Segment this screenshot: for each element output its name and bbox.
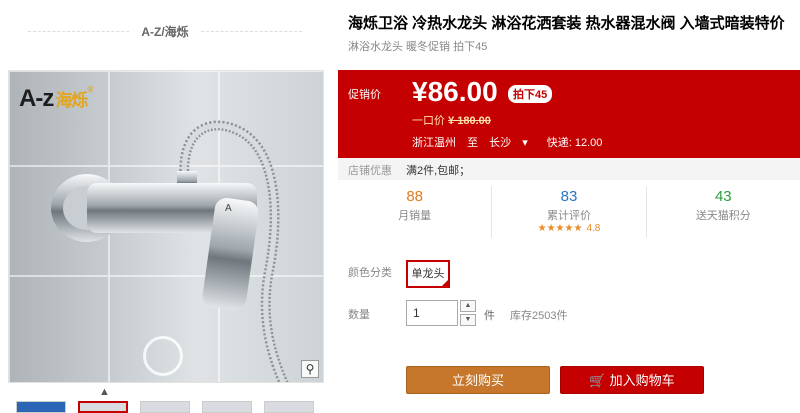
color-option-selected[interactable]: 单龙头 (406, 260, 450, 288)
quantity-decrease-button[interactable]: ▼ (460, 314, 476, 326)
chevron-down-icon: ▾ (522, 137, 528, 149)
brand-logo: A-z 海烁® (19, 85, 93, 113)
thumbnail-active[interactable] (78, 401, 128, 413)
selected-check-icon (440, 278, 450, 288)
thumbnail[interactable] (16, 401, 66, 413)
price-panel: 促销价 ¥86.00 拍下45 一口价 ¥ 180.00 浙江温州 至 长沙 ▾… (338, 70, 800, 158)
shop-promo-label: 店铺优惠 (348, 165, 392, 177)
quantity-unit: 件 (484, 310, 495, 322)
brand-header: A-Z/海烁 (28, 18, 303, 44)
divider (200, 30, 303, 32)
price-badge: 拍下45 (508, 85, 553, 103)
color-label: 颜色分类 (348, 267, 392, 279)
thumbnail[interactable] (140, 401, 190, 413)
thumbnail[interactable] (264, 401, 314, 413)
stat-number: 83 (560, 188, 578, 205)
ship-from: 浙江温州 (412, 137, 456, 149)
stat-monthly-sales: 88 月销量 (338, 186, 491, 238)
original-price: 一口价 ¥ 180.00 (412, 112, 491, 128)
quantity-input[interactable]: 1 (406, 300, 458, 326)
cart-icon: 🛒 (589, 373, 606, 388)
product-title: 海烁卫浴 冷热水龙头 淋浴花洒套装 热水器混水阀 入墙式暗装特价 (348, 15, 785, 32)
thumbnail[interactable] (202, 401, 252, 413)
watermark-ring (143, 336, 183, 376)
stat-caption: 月销量 (398, 210, 432, 222)
zoom-icon[interactable]: ⚲ (301, 360, 319, 378)
stats-bar: 88 月销量 83 累计评价 ★★★★★ 4.8 43 送天猫积分 (338, 186, 800, 238)
promo-price-label: 促销价 (348, 89, 381, 101)
svg-text:A: A (225, 203, 232, 214)
gallery-column: A-Z/海烁 A A-z 海烁® ⚲ ▲ (0, 0, 332, 413)
ship-to-label: 至 (467, 137, 479, 149)
buy-now-button[interactable]: 立刻购买 (406, 366, 550, 394)
logo-cn: 海烁 (55, 91, 88, 110)
stock-count: 库存2503件 (510, 310, 568, 322)
stat-caption: 送天猫积分 (695, 210, 751, 222)
stat-caption: 累计评价 (546, 210, 591, 222)
logo-latin: A-z (19, 85, 54, 112)
shop-promo-value: 满2件,包邮； (406, 165, 471, 177)
shop-promo-bar: 店铺优惠 满2件,包邮； (338, 158, 800, 180)
stat-number: 43 (714, 188, 732, 205)
ship-to-select[interactable]: 长沙 ▾ (489, 137, 536, 149)
site-watermark: 08设家 (711, 373, 792, 403)
shipping-fee: 快递: 12.00 (546, 137, 603, 149)
stat-number: 88 (406, 188, 423, 205)
thumbnail-strip (16, 401, 316, 413)
original-price-label: 一口价 (412, 115, 445, 127)
add-to-cart-button[interactable]: 🛒 加入购物车 (560, 366, 704, 394)
quantity-increase-button[interactable]: ▲ (460, 300, 476, 312)
product-info-column: 海烁卫浴 冷热水龙头 淋浴花洒套装 热水器混水阀 入墙式暗装特价 淋浴水龙头 暖… (338, 0, 800, 413)
logo-tm: ® (87, 85, 93, 94)
main-product-image[interactable]: A A-z 海烁® ⚲ (8, 70, 324, 383)
stat-tmall-points: 43 送天猫积分 (645, 186, 800, 238)
shipping-info: 浙江温州 至 长沙 ▾ 快递: 12.00 (412, 134, 610, 150)
add-to-cart-label: 加入购物车 (609, 373, 675, 388)
rating-stars: ★★★★★ 4.8 (492, 223, 645, 234)
rating-score: 4.8 (586, 223, 601, 234)
thumb-up-arrow-icon[interactable]: ▲ (99, 386, 110, 398)
current-price: ¥86.00 (412, 76, 498, 107)
quantity-label: 数量 (348, 309, 370, 321)
star-icons: ★★★★★ (537, 223, 583, 234)
brand-name[interactable]: A-Z/海烁 (129, 23, 200, 40)
stat-reviews[interactable]: 83 累计评价 ★★★★★ 4.8 (491, 186, 645, 238)
divider (28, 30, 130, 32)
ship-to-city: 长沙 (489, 137, 512, 149)
original-price-value: ¥ 180.00 (448, 115, 491, 127)
product-subtitle: 淋浴水龙头 暖冬促销 拍下45 (348, 41, 488, 53)
